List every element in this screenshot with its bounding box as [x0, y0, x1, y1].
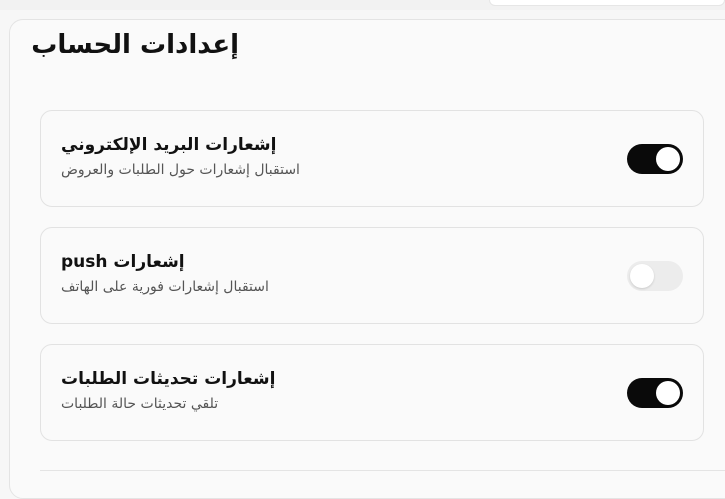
setting-card-push-notifications: إشعارات push استقبال إشعارات فورية على ا… [40, 227, 704, 324]
toggle-knob [656, 381, 680, 405]
order-updates-toggle[interactable] [627, 378, 683, 408]
setting-description: استقبال إشعارات فورية على الهاتف [61, 279, 269, 295]
setting-text: إشعارات تحديثات الطلبات تلقي تحديثات حال… [61, 367, 581, 415]
section-title: إعدادات الحساب [31, 30, 239, 60]
setting-description: استقبال إشعارات حول الطلبات والعروض [61, 162, 300, 178]
divider [40, 470, 725, 471]
setting-title: إشعارات البريد الإلكتروني [61, 135, 277, 155]
email-notifications-toggle[interactable] [627, 144, 683, 174]
setting-title: إشعارات push [61, 252, 185, 272]
setting-text: إشعارات push استقبال إشعارات فورية على ا… [61, 250, 581, 298]
push-notifications-toggle[interactable] [627, 261, 683, 291]
toggle-knob [630, 264, 654, 288]
top-search-field[interactable] [489, 0, 725, 6]
setting-card-email-notifications: إشعارات البريد الإلكتروني استقبال إشعارا… [40, 110, 704, 207]
setting-description: تلقي تحديثات حالة الطلبات [61, 396, 219, 412]
toggle-knob [656, 147, 680, 171]
setting-card-order-updates: إشعارات تحديثات الطلبات تلقي تحديثات حال… [40, 344, 704, 441]
setting-text: إشعارات البريد الإلكتروني استقبال إشعارا… [61, 133, 581, 181]
setting-title: إشعارات تحديثات الطلبات [61, 369, 276, 389]
